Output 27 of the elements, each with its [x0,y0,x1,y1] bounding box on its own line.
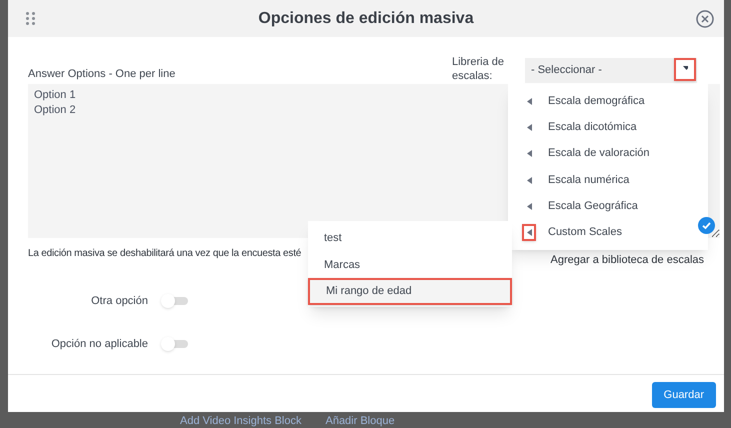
dropdown-button[interactable] [674,58,696,81]
close-icon[interactable] [696,10,714,28]
save-button[interactable]: Guardar [652,382,716,408]
caret-left-icon [526,202,532,210]
menu-item[interactable]: Mi rango de edad [308,278,512,304]
caret-left-icon [526,176,532,184]
drag-handle-icon[interactable] [26,12,35,25]
field-label: Answer Options - One per line [28,66,176,82]
caret-left-icon [526,124,532,131]
menu-item[interactable]: Escala numérica [508,166,708,194]
caret-left-icon [526,150,532,158]
scale-select[interactable]: - Seleccionar - [525,58,697,83]
menu-item[interactable]: Marcas [308,252,512,278]
menu-item[interactable]: Escala demográfica [508,88,708,114]
toggle-label: Otra opción [90,294,148,308]
dialog-title: Opciones de edición masiva [258,8,474,28]
caret-left-icon [526,229,532,236]
menu-item[interactable]: Escala Geográfica [508,193,708,220]
field-label: Libreria de escalas: [452,55,505,83]
toggle-switch[interactable] [163,340,188,348]
note-text: La edición masiva se deshabilitará una vez que la encuesta esté [28,247,302,261]
toggle-switch[interactable] [163,296,188,305]
menu-item[interactable]: Escala de valoración [508,140,708,167]
menu-item[interactable]: Escala dicotómica [508,114,708,141]
caret-left-icon [526,98,532,105]
add-to-library-link[interactable]: Agregar a biblioteca de escalas [550,252,704,268]
toggle-label: Opción no aplicable [50,337,148,352]
